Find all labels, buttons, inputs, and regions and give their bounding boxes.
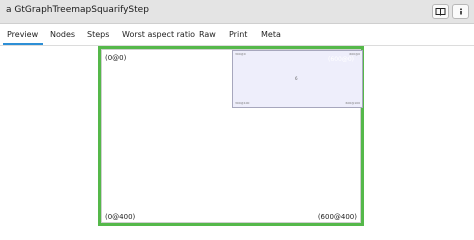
tab-bar: Preview Nodes Steps Worst aspect ratio R… bbox=[0, 24, 474, 46]
menu-button[interactable] bbox=[452, 4, 469, 19]
node-value: 6 bbox=[295, 76, 298, 81]
treemap-node[interactable]: 300@0 600@0 (600@0) 6 300@100 600@100 bbox=[232, 50, 363, 108]
tab-meta[interactable]: Meta bbox=[261, 30, 281, 39]
tab-raw[interactable]: Raw bbox=[199, 30, 216, 39]
tab-steps[interactable]: Steps bbox=[87, 30, 109, 39]
tab-print[interactable]: Print bbox=[229, 30, 247, 39]
origin-label: (0@0) bbox=[105, 54, 127, 62]
window-title: a GtGraphTreemapSquarifyStep bbox=[6, 5, 149, 15]
node-bottom-right-label: 600@100 bbox=[345, 101, 360, 105]
window-title-bar: a GtGraphTreemapSquarifyStep bbox=[0, 0, 474, 24]
bottom-right-label: (600@400) bbox=[317, 213, 357, 221]
inspect-button[interactable] bbox=[432, 4, 449, 19]
menu-dot-icon bbox=[459, 8, 462, 15]
treemap-preview: (0@0) (0@400) (600@400) 300@0 600@0 (600… bbox=[98, 46, 364, 226]
node-ghost-label: (600@0) bbox=[328, 56, 354, 63]
node-top-left-label: 300@0 bbox=[235, 52, 246, 56]
bottom-left-label: (0@400) bbox=[105, 213, 136, 221]
book-icon bbox=[435, 8, 446, 16]
node-bottom-left-label: 300@100 bbox=[235, 101, 250, 105]
tab-worst-aspect-ratio[interactable]: Worst aspect ratio bbox=[122, 30, 195, 39]
active-tab-indicator bbox=[3, 43, 43, 45]
tab-nodes[interactable]: Nodes bbox=[50, 30, 75, 39]
